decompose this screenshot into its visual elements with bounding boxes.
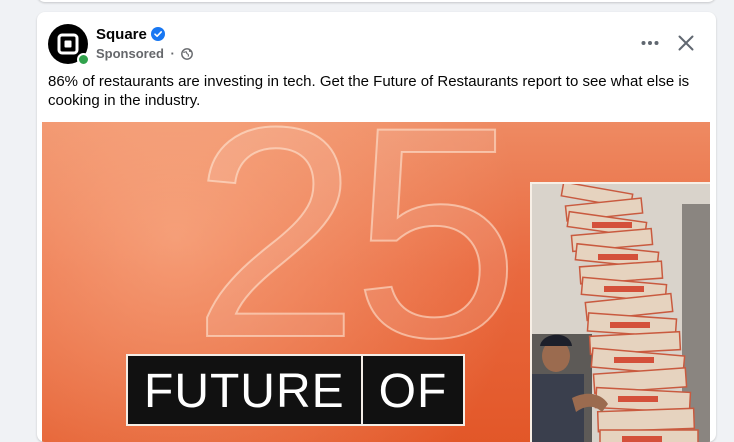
ad-big-number: 25 (191, 122, 521, 400)
avatar[interactable] (48, 24, 90, 66)
ad-photo (530, 182, 710, 442)
post-meta: Sponsored · (96, 46, 193, 62)
close-button[interactable] (671, 28, 701, 58)
more-options-button[interactable] (635, 28, 665, 58)
banner-word-of: OF (362, 354, 466, 426)
ad-title-banner: FUTURE OF (126, 354, 466, 426)
sponsored-label[interactable]: Sponsored (96, 46, 164, 62)
globe-icon[interactable] (180, 48, 193, 60)
banner-word-future: FUTURE (126, 354, 363, 426)
post-text: 86% of restaurants are investing in tech… (48, 73, 690, 109)
ad-image[interactable]: 25 FUTURE OF (42, 122, 710, 442)
verified-badge-icon (151, 27, 165, 41)
page-name-link[interactable]: Square (96, 25, 147, 45)
sponsored-post-card: Square Sponsored · 86% of restaurants ar… (37, 12, 716, 442)
more-options-icon (641, 41, 659, 45)
close-icon (678, 35, 694, 51)
previous-post-card (37, 0, 716, 2)
online-status-dot (77, 53, 90, 66)
meta-separator: · (170, 46, 175, 61)
pizza-boxes-photo (532, 184, 710, 442)
